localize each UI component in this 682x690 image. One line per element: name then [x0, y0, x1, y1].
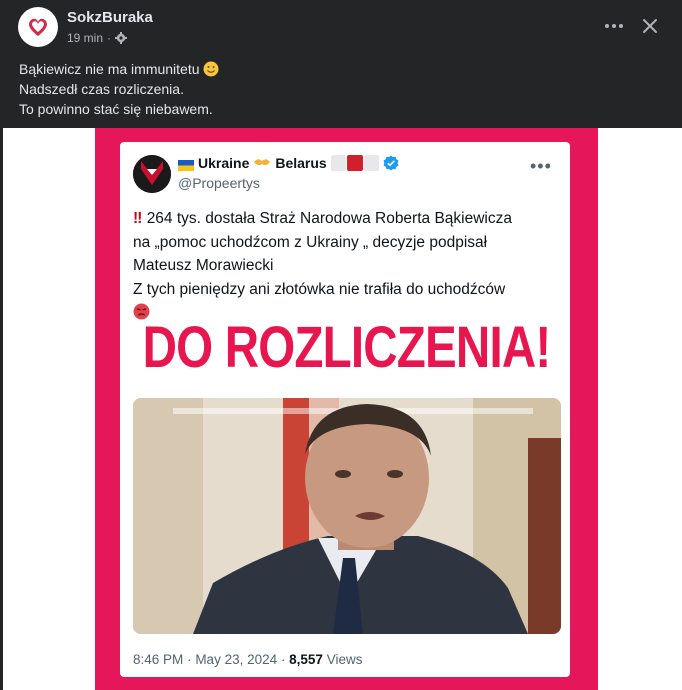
tweet-line-2: na „pomoc uchodźcom z Ukrainy „ decyzje … [133, 233, 488, 251]
tweet-card: Ukraine Belarus @Propeertys ••• ‼ 264 ty… [120, 142, 570, 677]
tweet-body: ‼ 264 tys. dostała Straż Narodowa Robert… [133, 207, 563, 325]
overlay-headline: DO ROZLICZENIA! [142, 315, 552, 380]
close-icon [643, 19, 657, 33]
post-meta: 19 min · [67, 31, 128, 45]
more-horizontal-icon [605, 24, 623, 28]
close-button[interactable] [636, 12, 664, 40]
tweet-name-part-1: Ukraine [198, 155, 250, 171]
footer-separator-2: · [280, 652, 286, 667]
smile-emoji-icon [203, 61, 219, 77]
caption-line-2: Nadszedł czas rozliczenia. [19, 81, 184, 97]
tweet-line-1: 264 tys. dostała Straż Narodowa Roberta … [146, 210, 512, 227]
tweet-footer: 8:46 PM · May 23, 2024 · 8,557 Views [133, 652, 363, 667]
tweet-views-count: 8,557 [289, 652, 323, 667]
post-header: SokzBuraka 19 min · [0, 0, 682, 56]
meta-separator: · [107, 31, 112, 45]
tweet-name-part-2: Belarus [275, 155, 327, 171]
page-avatar[interactable] [18, 7, 58, 47]
handshake-icon [253, 155, 271, 171]
tweet-line-4: Z tych pieniędzy ani złotówka nie trafił… [133, 280, 506, 298]
post-time[interactable]: 19 min [67, 31, 103, 45]
post-author[interactable]: SokzBuraka [67, 9, 153, 26]
heart-icon [24, 13, 52, 41]
tweet-views-label: Views [326, 652, 363, 667]
tweet-display-name[interactable]: Ukraine Belarus [178, 155, 399, 171]
poster-image: Ukraine Belarus @Propeertys ••• ‼ 264 ty… [95, 128, 598, 690]
post-media[interactable]: Ukraine Belarus @Propeertys ••• ‼ 264 ty… [3, 128, 682, 690]
tweet-time[interactable]: 8:46 PM [133, 652, 183, 667]
belarus-flag-icon [330, 155, 379, 171]
caption-line-1: Bąkiewicz nie ma immunitetu [19, 61, 200, 77]
tweet-more-icon[interactable]: ••• [530, 156, 552, 177]
caption-line-3: To powinno stać się niebawem. [19, 101, 213, 117]
footer-separator-1: · [187, 652, 192, 667]
tweet-date[interactable]: May 23, 2024 [195, 652, 277, 667]
ukraine-flag-icon [178, 158, 194, 171]
verified-badge-icon [383, 155, 399, 171]
gear-icon[interactable] [115, 32, 128, 44]
more-options-button[interactable] [600, 14, 628, 38]
tweet-avatar [133, 155, 171, 193]
tweet-photo[interactable] [133, 398, 561, 634]
double-exclamation-icon: ‼ [133, 210, 143, 227]
tweet-line-3: Mateusz Morawiecki [133, 257, 274, 274]
post-caption: Bąkiewicz nie ma immunitetu Nadszedł cza… [19, 59, 219, 119]
tweet-handle[interactable]: @Propeertys [178, 175, 260, 191]
